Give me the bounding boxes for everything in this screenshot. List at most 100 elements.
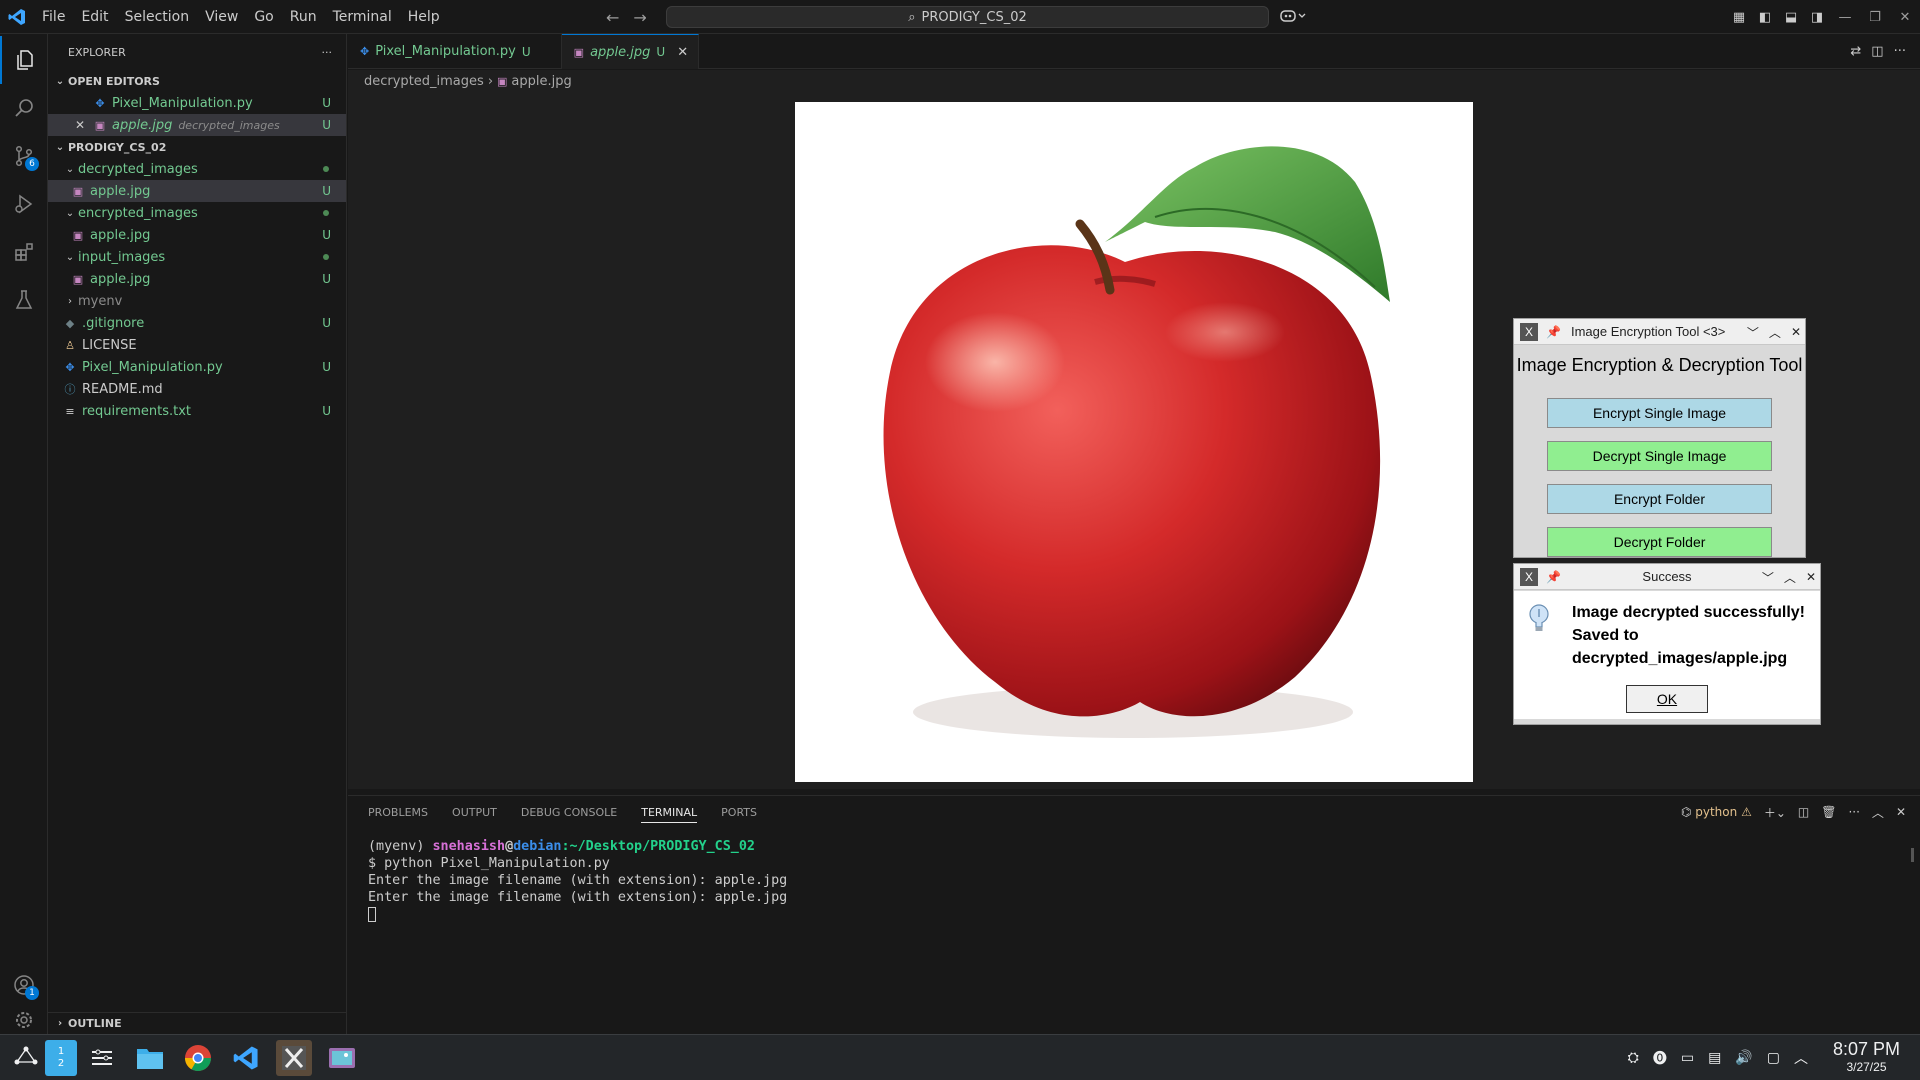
maximize-panel-icon[interactable]: ︿: [1872, 804, 1884, 821]
desktop-1[interactable]: 1: [58, 1046, 64, 1057]
menu-terminal[interactable]: Terminal: [325, 0, 400, 34]
command-center-search[interactable]: ⌕ PRODIGY_CS_02: [666, 6, 1269, 28]
menu-file[interactable]: File: [34, 0, 73, 34]
close-window-icon[interactable]: ✕: [1890, 0, 1920, 34]
split-editor-icon[interactable]: ◫: [1871, 44, 1883, 59]
menu-run[interactable]: Run: [282, 0, 325, 34]
extensions-icon[interactable]: [0, 228, 48, 276]
tree-file-input-apple[interactable]: ▣ apple.jpg U: [48, 268, 346, 290]
network-icon[interactable]: ▢: [1767, 1050, 1780, 1066]
menu-edit[interactable]: Edit: [73, 0, 116, 34]
menu-selection[interactable]: Selection: [117, 0, 198, 34]
tree-folder-decrypted[interactable]: ⌄ decrypted_images: [48, 158, 346, 180]
desktop-2[interactable]: 2: [58, 1058, 64, 1069]
decrypt-folder-button[interactable]: Decrypt Folder: [1547, 527, 1772, 557]
file-manager-icon[interactable]: [132, 1040, 168, 1076]
menu-help[interactable]: Help: [400, 0, 448, 34]
outline-section-header[interactable]: › OUTLINE: [48, 1012, 347, 1034]
chrome-icon[interactable]: [180, 1040, 216, 1076]
tab-problems[interactable]: PROBLEMS: [368, 806, 428, 819]
tab-ports[interactable]: PORTS: [721, 806, 757, 819]
vscode-taskbar-icon[interactable]: [228, 1040, 264, 1076]
more-actions-icon[interactable]: ···: [1894, 44, 1906, 59]
tray-expand-icon[interactable]: ︿: [1794, 1048, 1808, 1068]
source-control-icon[interactable]: 6: [0, 132, 48, 180]
pin-icon[interactable]: 📌: [1546, 570, 1561, 584]
notifications-icon[interactable]: ⛭: [1628, 1050, 1639, 1066]
close-tab-icon[interactable]: ✕: [677, 45, 688, 60]
menu-view[interactable]: View: [197, 0, 246, 34]
clipboard-icon[interactable]: ▤: [1708, 1050, 1721, 1066]
forward-arrow-icon[interactable]: →: [633, 8, 646, 27]
tab-terminal[interactable]: TERMINAL: [641, 802, 698, 823]
decrypt-single-image-button[interactable]: Decrypt Single Image: [1547, 441, 1772, 471]
open-editor-item[interactable]: ✥ Pixel_Manipulation.py U: [48, 92, 346, 114]
minimize-icon[interactable]: ﹀: [1747, 324, 1759, 341]
tab-output[interactable]: OUTPUT: [452, 806, 497, 819]
accounts-icon[interactable]: 1: [0, 961, 48, 1009]
testing-icon[interactable]: [0, 276, 48, 324]
tab-apple-jpg[interactable]: ▣ apple.jpg U ✕: [561, 34, 700, 69]
tree-folder-input[interactable]: ⌄ input_images: [48, 246, 346, 268]
customize-layout-icon[interactable]: ▦: [1726, 0, 1752, 34]
tree-file-readme[interactable]: ⓘ README.md: [48, 378, 346, 400]
more-actions-icon[interactable]: ···: [322, 46, 333, 59]
tab-debug-console[interactable]: DEBUG CONSOLE: [521, 806, 617, 819]
clock[interactable]: 8:07 PM 3/27/25: [1833, 1039, 1900, 1074]
toggle-panel-icon[interactable]: ⬓: [1778, 0, 1804, 34]
maximize-icon[interactable]: ︿: [1784, 569, 1796, 586]
tree-folder-encrypted[interactable]: ⌄ encrypted_images: [48, 202, 346, 224]
terminal-selector[interactable]: ⌬ python ⚠: [1681, 805, 1752, 819]
tree-file-encrypted-apple[interactable]: ▣ apple.jpg U: [48, 224, 346, 246]
close-icon[interactable]: ✕: [1806, 570, 1816, 584]
terminal-scrollbar[interactable]: [1911, 848, 1914, 862]
breadcrumb-folder[interactable]: decrypted_images: [364, 74, 484, 89]
tab-pixel-manipulation[interactable]: ✥ Pixel_Manipulation.py U: [348, 34, 562, 69]
toggle-sidebar-icon[interactable]: ◧: [1752, 0, 1778, 34]
system-settings-icon[interactable]: [84, 1040, 120, 1076]
restore-icon[interactable]: ❐: [1860, 0, 1890, 34]
close-icon[interactable]: ✕: [1791, 325, 1801, 339]
app-launcher-icon[interactable]: [8, 1040, 44, 1076]
menu-go[interactable]: Go: [246, 0, 281, 34]
volume-icon[interactable]: 🔊: [1735, 1050, 1752, 1066]
split-terminal-icon[interactable]: ◫: [1798, 805, 1809, 819]
tree-file-gitignore[interactable]: ◆ .gitignore U: [48, 312, 346, 334]
encrypt-single-image-button[interactable]: Encrypt Single Image: [1547, 398, 1772, 428]
new-terminal-icon[interactable]: ＋⌄: [1764, 804, 1786, 821]
tree-file-decrypted-apple[interactable]: ▣ apple.jpg U: [48, 180, 346, 202]
tree-file-license[interactable]: ♙ LICENSE: [48, 334, 346, 356]
more-actions-icon[interactable]: ···: [1848, 805, 1859, 819]
tree-folder-myenv[interactable]: › myenv: [48, 290, 346, 312]
open-changes-icon[interactable]: ⇄: [1850, 44, 1861, 59]
ok-button[interactable]: OK: [1626, 685, 1708, 713]
explorer-icon[interactable]: [0, 36, 48, 84]
open-editor-item[interactable]: ✕ ▣ apple.jpg decrypted_images U: [48, 114, 346, 136]
minimize-icon[interactable]: ﹀: [1762, 569, 1774, 586]
encrypt-folder-button[interactable]: Encrypt Folder: [1547, 484, 1772, 514]
x11-window-icon[interactable]: [276, 1040, 312, 1076]
back-arrow-icon[interactable]: ←: [606, 8, 619, 27]
success-dialog-titlebar[interactable]: X 📌 Success ﹀ ︿ ✕: [1514, 564, 1820, 590]
copilot-icon[interactable]: [1280, 8, 1308, 28]
tool-window-titlebar[interactable]: X 📌 Image Encryption Tool <3> ﹀ ︿ ✕: [1514, 319, 1805, 345]
trash-icon[interactable]: 🗑: [1821, 805, 1836, 819]
virtual-desktop-pager[interactable]: 1 2: [45, 1040, 77, 1076]
workspace-header[interactable]: ⌄ PRODIGY_CS_02: [48, 136, 346, 158]
tree-file-pixel-manipulation[interactable]: ✥ Pixel_Manipulation.py U: [48, 356, 346, 378]
breadcrumb-file[interactable]: apple.jpg: [511, 74, 571, 89]
close-editor-icon[interactable]: ✕: [72, 118, 88, 132]
search-icon[interactable]: [0, 84, 48, 132]
pin-icon[interactable]: 📌: [1546, 325, 1561, 339]
image-viewer-icon[interactable]: [324, 1040, 360, 1076]
open-editors-header[interactable]: ⌄ OPEN EDITORS: [48, 70, 346, 92]
terminal-tray-icon[interactable]: ▭: [1681, 1050, 1694, 1066]
update-icon[interactable]: ⓿: [1653, 1048, 1667, 1068]
minimize-icon[interactable]: —: [1830, 0, 1860, 34]
tree-file-requirements[interactable]: ≡ requirements.txt U: [48, 400, 346, 422]
run-debug-icon[interactable]: [0, 180, 48, 228]
manage-gear-icon[interactable]: [0, 1009, 48, 1031]
maximize-icon[interactable]: ︿: [1769, 324, 1781, 341]
toggle-secondary-sidebar-icon[interactable]: ◨: [1804, 0, 1830, 34]
terminal-output[interactable]: (myenv) snehasish@debian:~/Desktop/PRODI…: [368, 838, 787, 923]
